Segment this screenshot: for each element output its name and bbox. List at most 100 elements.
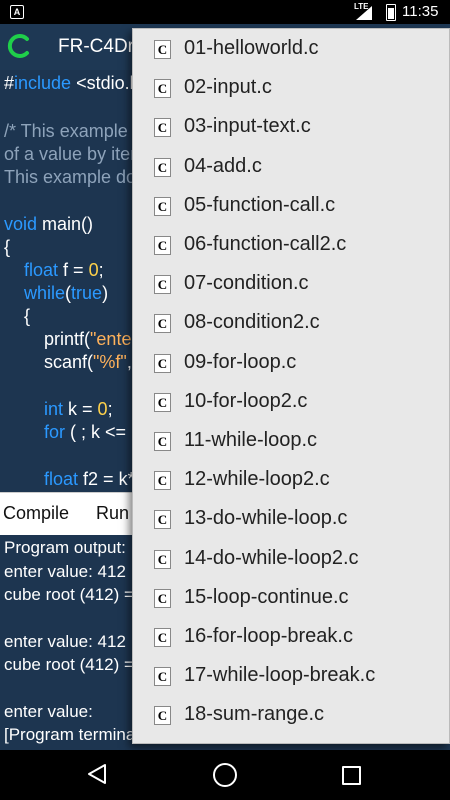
app-notification-icon: A	[10, 5, 24, 19]
file-menu-item[interactable]: C 10-for-loop2.c	[133, 383, 449, 422]
file-menu-item-label: 15-loop-continue.c	[184, 585, 349, 608]
c-file-icon: C	[154, 667, 171, 687]
signal-icon	[356, 6, 372, 20]
code-token: ;	[107, 399, 113, 419]
navigation-bar	[0, 750, 450, 800]
code-token: scanf(	[4, 352, 94, 372]
c-file-icon: C	[154, 196, 171, 216]
c-file-icon: C	[154, 628, 171, 647]
c-file-icon: C	[154, 118, 171, 138]
file-menu-item-label: 07-condition.c	[184, 272, 309, 295]
file-menu-item-label: 14-do-while-loop2.c	[184, 546, 359, 569]
code-token: ;	[98, 260, 104, 280]
output-line: enter value: 412	[4, 632, 126, 651]
file-menu-item-label: 02-input.c	[184, 76, 272, 99]
code-line: float f = 0;	[4, 259, 104, 281]
file-menu-item[interactable]: C 13-do-while-loop.c	[133, 500, 449, 539]
file-menu-item[interactable]: C 05-function-call.c	[133, 187, 449, 226]
code-token: printf(	[4, 329, 91, 349]
code-token: ( ; k <=	[65, 422, 132, 442]
run-button[interactable]: Run	[96, 503, 129, 524]
file-menu-item[interactable]: C 09-for-loop.c	[133, 344, 449, 383]
file-menu-item[interactable]: C 18-sum-range.c	[133, 696, 449, 735]
code-line: {	[4, 236, 10, 258]
code-token: include	[14, 73, 72, 93]
file-menu-item-label: 01-helloworld.c	[184, 37, 319, 59]
c-file-icon: C	[154, 432, 171, 451]
file-menu-item-label: 17-while-loop-break.c	[184, 664, 376, 687]
output-line: enter value:	[4, 702, 93, 721]
c-file-icon: C	[154, 353, 171, 373]
c-file-icon: C	[154, 157, 171, 177]
code-line: {	[4, 305, 30, 327]
code-token: 0	[97, 399, 108, 419]
file-menu-item-label: 06-function-call2.c	[184, 233, 347, 255]
battery-icon	[386, 4, 396, 21]
file-menu-item[interactable]: C 17-while-loop-break.c	[133, 657, 449, 696]
file-menu-item-label: 18-sum-range.c	[184, 703, 325, 726]
code-token: k =	[63, 399, 98, 419]
file-menu-item-label: 04-add.c	[184, 154, 262, 177]
file-menu-item[interactable]: C 06-function-call2.c	[133, 226, 449, 265]
clock: 11:35	[402, 3, 439, 20]
code-line: while(true)	[4, 282, 108, 304]
c-file-icon: C	[154, 706, 171, 726]
code-token: while	[24, 283, 66, 303]
home-icon[interactable]	[213, 763, 237, 787]
file-menu-item-label: 05-function-call.c	[184, 193, 336, 216]
file-menu-item-label: 10-for-loop2.c	[184, 389, 308, 412]
code-token: {	[4, 237, 11, 257]
code-token: 0	[88, 260, 99, 280]
code-token: #	[4, 73, 15, 93]
code-token: void	[4, 214, 38, 234]
file-menu-item[interactable]: C 14-do-while-loop2.c	[133, 540, 449, 579]
c-file-icon: C	[154, 275, 171, 295]
file-menu-item[interactable]: C 04-add.c	[133, 148, 449, 187]
file-menu-item-label: 11-while-loop.c	[184, 429, 318, 451]
file-dropdown-menu: C 01-helloworld.c C 02-input.c C 03-input-tex…	[132, 28, 450, 744]
back-icon[interactable]	[87, 763, 107, 785]
file-menu-item[interactable]: C 02-input.c	[133, 69, 449, 108]
code-token: {	[4, 306, 31, 326]
file-menu-item[interactable]: C 08-condition2.c	[133, 304, 449, 343]
file-menu-item-label: 08-condition2.c	[184, 311, 320, 334]
code-token: true	[71, 283, 103, 303]
file-menu-item[interactable]: C 16-for-loop-break.c	[133, 618, 449, 657]
c-file-icon: C	[154, 471, 171, 491]
file-menu-item[interactable]: C 07-condition.c	[133, 265, 449, 304]
file-menu-item[interactable]: C 15-loop-continue.c	[133, 579, 449, 618]
code-token: for	[44, 422, 66, 442]
app-logo-icon[interactable]	[6, 33, 32, 59]
code-token: int	[44, 399, 64, 419]
file-menu-item[interactable]: C 11-while-loop.c	[133, 422, 449, 461]
code-line: int k = 0;	[4, 398, 113, 420]
c-file-icon: C	[154, 392, 171, 412]
file-menu-item-label: 16-for-loop-break.c	[184, 625, 353, 647]
code-token: float	[24, 260, 59, 280]
file-menu-item[interactable]: C 12-while-loop2.c	[133, 461, 449, 500]
compile-button[interactable]: Compile	[3, 503, 69, 524]
c-file-icon: C	[154, 40, 171, 59]
code-line: #include <stdio.h>	[4, 72, 150, 94]
file-menu-item[interactable]: C 01-helloworld.c	[133, 30, 449, 69]
file-menu-item-label: 03-input-text.c	[184, 115, 311, 138]
output-line: Program output:	[4, 538, 126, 557]
code-token: main()	[37, 214, 94, 234]
code-line: void main()	[4, 213, 93, 235]
file-menu-item[interactable]: C 03-input-text.c	[133, 108, 449, 147]
file-menu-item-label: 13-do-while-loop.c	[184, 507, 348, 530]
code-token: float	[44, 469, 79, 489]
status-bar: A LTE 11:35	[0, 0, 450, 24]
code-token: f =	[58, 260, 89, 280]
c-file-icon: C	[154, 314, 171, 334]
output-line: enter value: 412	[4, 562, 126, 581]
recents-icon[interactable]	[342, 766, 361, 785]
code-token: )	[102, 283, 109, 303]
code-token: "%f"	[93, 352, 127, 372]
c-file-icon: C	[154, 79, 171, 99]
